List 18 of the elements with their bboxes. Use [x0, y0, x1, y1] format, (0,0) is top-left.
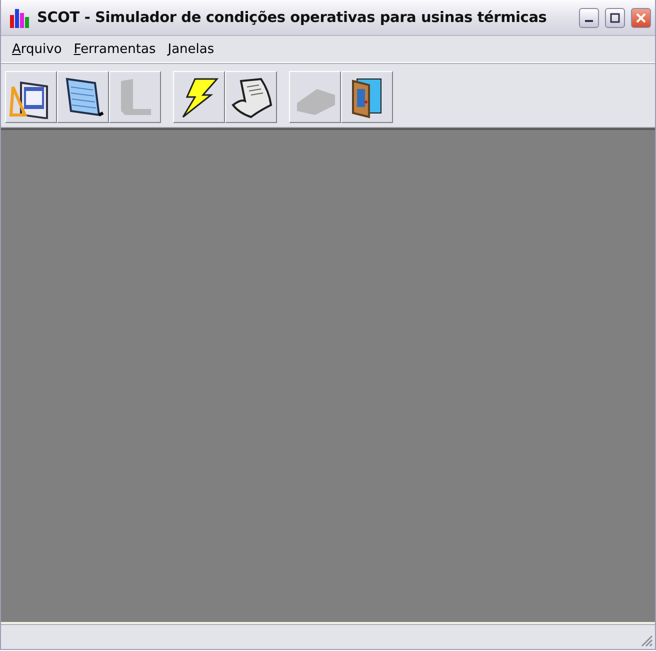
toolbar-button[interactable]	[341, 71, 393, 123]
toolbar-button[interactable]	[5, 71, 57, 123]
window-title: SCOT - Simulador de condições operativas para usinas térmicas	[37, 10, 548, 26]
minimize-button[interactable]	[579, 8, 599, 28]
toolbar-button[interactable]	[225, 71, 277, 123]
bar-chart-icon	[9, 6, 31, 28]
maximize-icon	[610, 12, 620, 22]
close-icon	[636, 12, 646, 22]
toolbar-button[interactable]	[57, 71, 109, 123]
minimize-icon	[585, 20, 593, 22]
menu-item[interactable]: Janelas	[162, 40, 220, 58]
close-button[interactable]	[631, 8, 651, 28]
toolbar-button[interactable]	[173, 71, 225, 123]
scroll-icon	[229, 75, 273, 119]
resize-grip-icon[interactable]	[639, 633, 653, 647]
menu-item[interactable]: Ferramentas	[68, 40, 161, 58]
menu-item[interactable]: Arquivo	[7, 40, 67, 58]
maximize-button[interactable]	[605, 8, 625, 28]
